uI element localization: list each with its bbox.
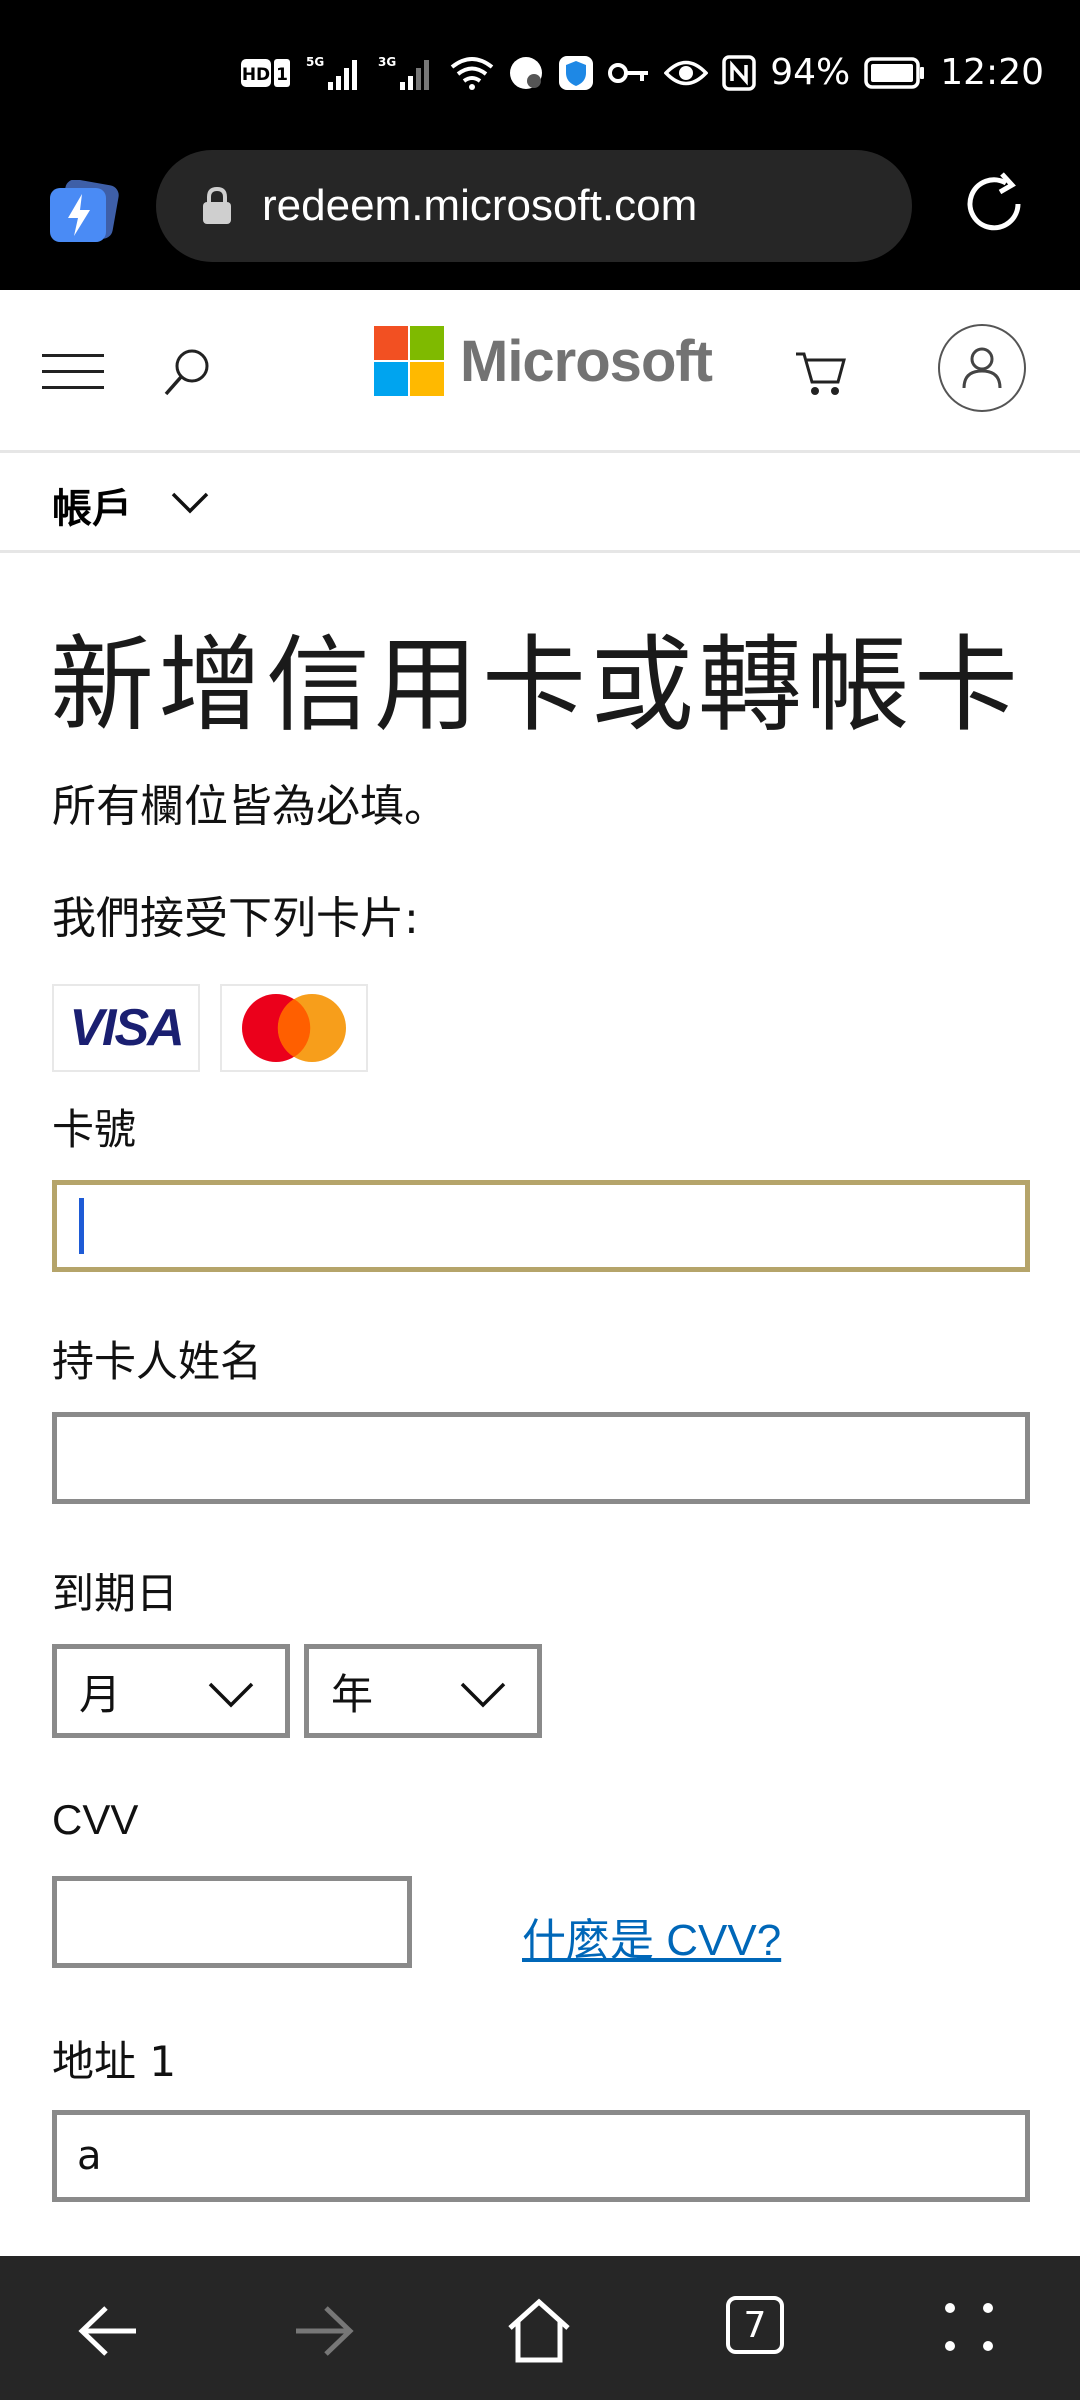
battery-icon bbox=[864, 56, 926, 89]
card-number-label: 卡號 bbox=[52, 1105, 137, 1154]
battery-percent: 94% bbox=[770, 52, 851, 93]
svg-text:1: 1 bbox=[276, 65, 288, 85]
address1-input[interactable]: a bbox=[52, 2110, 1030, 2202]
microsoft-logo[interactable]: Microsoft bbox=[374, 326, 713, 396]
app-notification-icon bbox=[508, 55, 544, 91]
expiry-month-value: 月 bbox=[79, 1669, 122, 1719]
forward-icon[interactable] bbox=[288, 2296, 358, 2366]
status-bar: HD 1 5G 3G 94% 12:20 bbox=[0, 0, 1080, 150]
visa-wordmark: VISA bbox=[69, 999, 184, 1057]
cvv-label: CVV bbox=[52, 1796, 139, 1843]
eye-icon bbox=[664, 58, 709, 88]
cardholder-name-input[interactable] bbox=[52, 1412, 1030, 1504]
person-icon bbox=[962, 347, 1002, 389]
quick-app-icon[interactable] bbox=[48, 179, 119, 242]
expiry-month-select[interactable]: 月 bbox=[52, 1644, 290, 1738]
expiry-year-value: 年 bbox=[331, 1669, 374, 1719]
search-icon[interactable] bbox=[160, 344, 216, 400]
tabs-button[interactable]: 7 bbox=[726, 2296, 784, 2354]
chevron-down-icon bbox=[460, 1682, 506, 1708]
menu-icon[interactable] bbox=[42, 352, 106, 392]
address1-label: 地址 1 bbox=[52, 2037, 177, 2086]
site-header: Microsoft bbox=[0, 290, 1080, 453]
what-is-cvv-link[interactable]: 什麼是 CVV? bbox=[522, 1904, 781, 1968]
signal-5g-icon: 5G bbox=[306, 54, 364, 92]
svg-text:HD: HD bbox=[242, 65, 270, 85]
back-icon[interactable] bbox=[74, 2296, 144, 2366]
text-cursor bbox=[79, 1198, 84, 1254]
mastercard-logo bbox=[220, 984, 368, 1072]
nfc-icon bbox=[722, 54, 756, 91]
account-avatar[interactable] bbox=[938, 324, 1026, 412]
wifi-icon bbox=[450, 55, 494, 91]
more-menu-icon[interactable] bbox=[938, 2296, 1008, 2366]
chevron-down-icon bbox=[208, 1682, 254, 1708]
microsoft-logo-squares bbox=[374, 326, 444, 396]
address1-value: a bbox=[77, 2133, 102, 2179]
status-icons: HD 1 5G 3G 94% 12:20 bbox=[240, 52, 1044, 93]
account-menu-label[interactable]: 帳戶 bbox=[52, 476, 132, 534]
url-text: redeem.microsoft.com bbox=[262, 181, 698, 230]
accepted-cards-note: 我們接受下列卡片: bbox=[52, 893, 419, 944]
vpn-key-icon bbox=[608, 58, 650, 88]
chevron-down-icon[interactable] bbox=[170, 488, 210, 518]
page-title: 新增信用卡或轉帳卡 bbox=[50, 624, 1023, 746]
clock: 12:20 bbox=[940, 52, 1044, 93]
browser-bottom-nav: 7 bbox=[0, 2256, 1080, 2400]
card-number-input[interactable] bbox=[52, 1180, 1030, 1272]
visa-logo: VISA bbox=[52, 984, 200, 1072]
cart-icon[interactable] bbox=[794, 344, 848, 400]
required-note: 所有欄位皆為必填。 bbox=[52, 781, 448, 832]
signal-3g-icon: 3G bbox=[378, 54, 436, 92]
svg-text:5G: 5G bbox=[306, 55, 324, 69]
home-icon[interactable] bbox=[504, 2296, 574, 2366]
lock-icon bbox=[203, 186, 231, 224]
shield-app-icon bbox=[558, 55, 594, 91]
cardholder-name-label: 持卡人姓名 bbox=[52, 1337, 263, 1386]
reload-icon[interactable] bbox=[958, 168, 1030, 240]
svg-text:3G: 3G bbox=[378, 55, 396, 69]
address-bar[interactable]: redeem.microsoft.com bbox=[156, 150, 912, 262]
cvv-input[interactable] bbox=[52, 1876, 412, 1968]
hd-icon: HD 1 bbox=[240, 56, 292, 90]
microsoft-wordmark: Microsoft bbox=[460, 328, 713, 394]
account-nav[interactable]: 帳戶 bbox=[0, 450, 1080, 553]
browser-toolbar: redeem.microsoft.com bbox=[0, 150, 1080, 290]
expiry-date-label: 到期日 bbox=[52, 1569, 179, 1618]
expiry-year-select[interactable]: 年 bbox=[304, 1644, 542, 1738]
